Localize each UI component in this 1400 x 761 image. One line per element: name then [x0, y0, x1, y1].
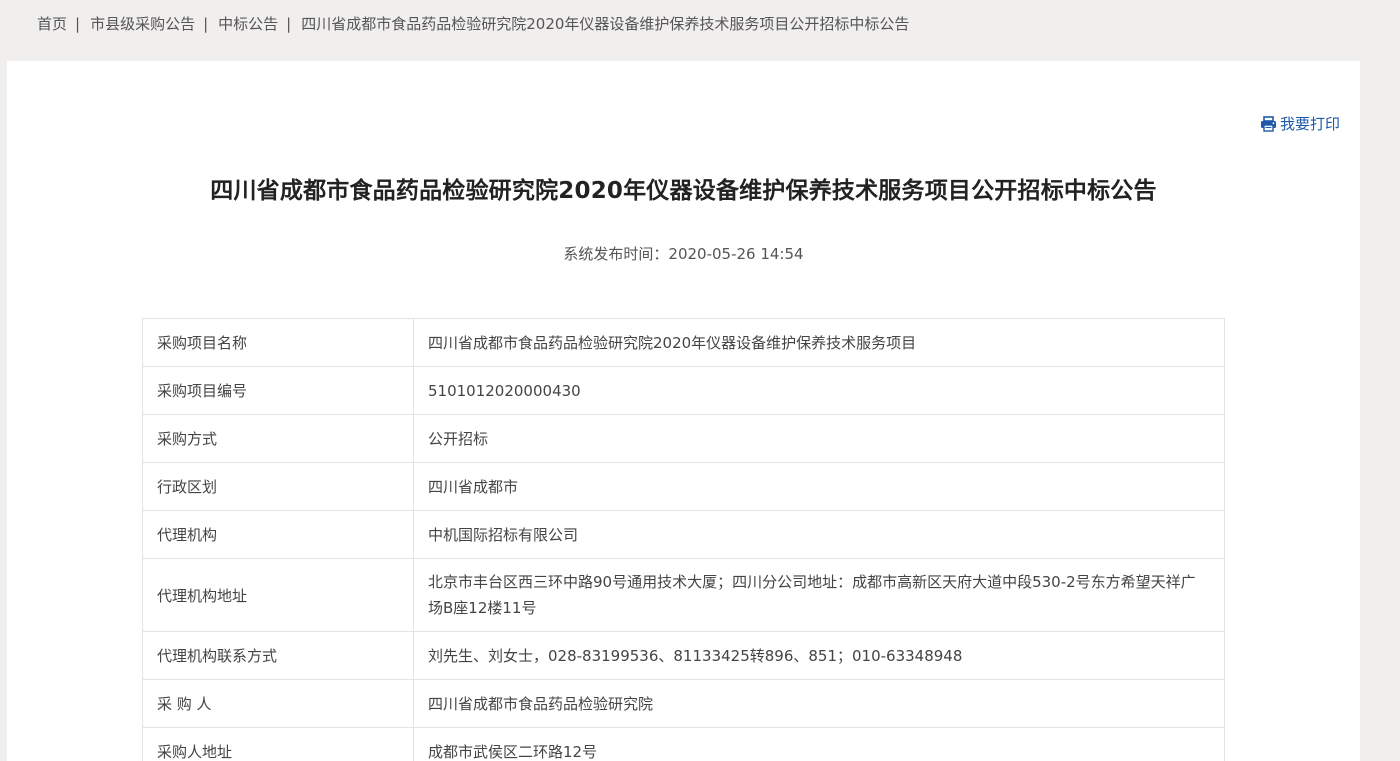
table-row: 行政区划 四川省成都市 — [143, 463, 1225, 511]
printer-icon — [1260, 116, 1277, 132]
content-panel: 我要打印 四川省成都市食品药品检验研究院2020年仪器设备维护保养技术服务项目公… — [7, 61, 1360, 761]
breadcrumb: 首页 | 市县级采购公告 | 中标公告 | 四川省成都市食品药品检验研究院2020年仪器设备… — [37, 13, 909, 34]
info-table: 采购项目名称 四川省成都市食品药品检验研究院2020年仪器设备维护保养技术服务项… — [142, 318, 1225, 761]
row-value: 北京市丰台区西三环中路90号通用技术大厦；四川分公司地址：成都市高新区天府大道中… — [414, 559, 1225, 632]
breadcrumb-separator: | — [75, 15, 80, 33]
row-label: 行政区划 — [143, 463, 414, 511]
row-label: 采 购 人 — [143, 680, 414, 728]
print-button[interactable]: 我要打印 — [1260, 113, 1340, 134]
breadcrumb-current: 四川省成都市食品药品检验研究院2020年仪器设备维护保养技术服务项目公开招标中标… — [301, 15, 909, 33]
row-value: 成都市武侯区二环路12号 — [414, 728, 1225, 761]
row-label: 代理机构地址 — [143, 559, 414, 632]
row-label: 采购项目编号 — [143, 367, 414, 415]
page-title: 四川省成都市食品药品检验研究院2020年仪器设备维护保养技术服务项目公开招标中标… — [7, 171, 1360, 205]
table-row: 采 购 人 四川省成都市食品药品检验研究院 — [143, 680, 1225, 728]
row-label: 采购项目名称 — [143, 319, 414, 367]
row-label: 采购人地址 — [143, 728, 414, 761]
row-label: 代理机构联系方式 — [143, 632, 414, 680]
breadcrumb-separator: | — [203, 15, 208, 33]
table-row: 采购人地址 成都市武侯区二环路12号 — [143, 728, 1225, 761]
table-row: 采购项目名称 四川省成都市食品药品检验研究院2020年仪器设备维护保养技术服务项… — [143, 319, 1225, 367]
breadcrumb-separator: | — [286, 15, 291, 33]
row-value: 中机国际招标有限公司 — [414, 511, 1225, 559]
row-label: 采购方式 — [143, 415, 414, 463]
print-label: 我要打印 — [1280, 113, 1340, 134]
table-row: 采购项目编号 5101012020000430 — [143, 367, 1225, 415]
publish-time: 系统发布时间：2020-05-26 14:54 — [7, 243, 1360, 264]
table-row: 采购方式 公开招标 — [143, 415, 1225, 463]
row-value: 5101012020000430 — [414, 367, 1225, 415]
row-value: 四川省成都市食品药品检验研究院2020年仪器设备维护保养技术服务项目 — [414, 319, 1225, 367]
breadcrumb-county-procurement[interactable]: 市县级采购公告 — [90, 15, 195, 33]
table-row: 代理机构联系方式 刘先生、刘女士，028-83199536、81133425转8… — [143, 632, 1225, 680]
row-label: 代理机构 — [143, 511, 414, 559]
row-value: 公开招标 — [414, 415, 1225, 463]
row-value: 四川省成都市食品药品检验研究院 — [414, 680, 1225, 728]
row-value: 刘先生、刘女士，028-83199536、81133425转896、851；01… — [414, 632, 1225, 680]
row-value: 四川省成都市 — [414, 463, 1225, 511]
table-row: 代理机构地址 北京市丰台区西三环中路90号通用技术大厦；四川分公司地址：成都市高… — [143, 559, 1225, 632]
breadcrumb-home[interactable]: 首页 — [37, 15, 67, 33]
breadcrumb-award-notice[interactable]: 中标公告 — [218, 15, 278, 33]
table-row: 代理机构 中机国际招标有限公司 — [143, 511, 1225, 559]
